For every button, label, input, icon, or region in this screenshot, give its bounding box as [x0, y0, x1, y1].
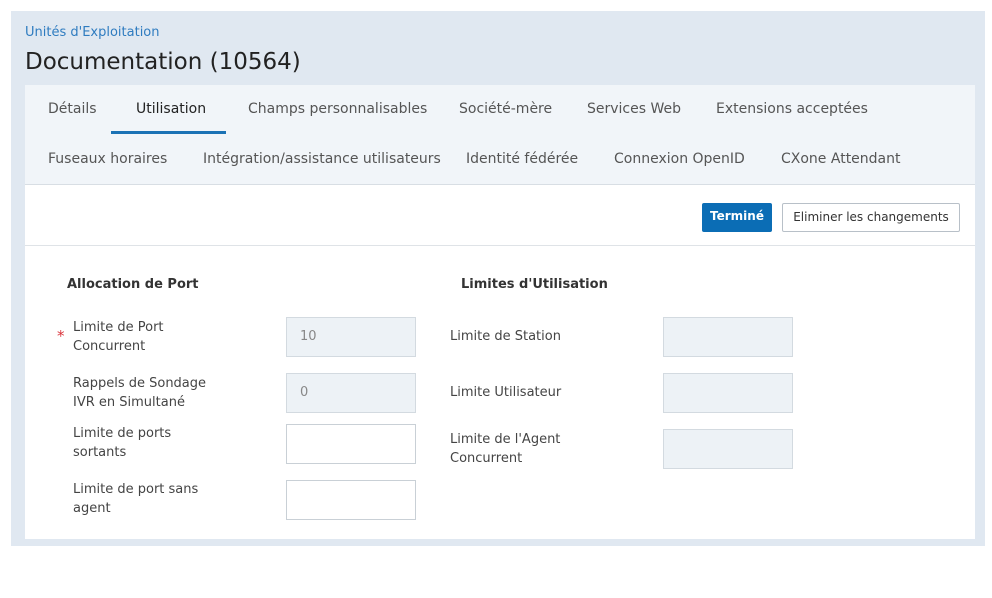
port-allocation-title: Allocation de Port — [67, 277, 199, 292]
discard-changes-button[interactable]: Eliminer les changements — [782, 203, 960, 232]
tab-openid[interactable]: Connexion OpenID — [614, 151, 745, 167]
tab-integration[interactable]: Intégration/assistance utilisateurs — [203, 151, 441, 167]
tab-time-zones[interactable]: Fuseaux horaires — [48, 151, 167, 167]
tab-custom-fields[interactable]: Champs personnalisables — [248, 101, 427, 117]
agentless-ports-label: Limite de port sans agent — [73, 482, 199, 516]
concurrent-agent-limit-label: Limite de l'Agent Concurrent — [450, 432, 561, 466]
concurrent-port-limit-label: Limite de Port Concurrent — [73, 320, 164, 354]
user-limit-label: Limite Utilisateur — [450, 385, 562, 400]
tab-bar: Détails Utilisation Champs personnalisab… — [25, 85, 975, 185]
breadcrumb[interactable]: Unités d'Exploitation — [25, 25, 160, 40]
station-limit-field[interactable] — [663, 317, 793, 357]
ivr-callbacks-label: Rappels de Sondage IVR en Simultané — [73, 376, 207, 410]
tab-federated-identity[interactable]: Identité fédérée — [466, 151, 578, 167]
tab-usage[interactable]: Utilisation — [136, 101, 206, 117]
agentless-ports-field[interactable] — [286, 480, 416, 520]
page-title: Documentation (10564) — [25, 49, 301, 75]
tab-details[interactable]: Détails — [48, 101, 97, 117]
done-button[interactable]: Terminé — [702, 203, 772, 232]
usage-limits-title: Limites d'Utilisation — [461, 277, 608, 292]
active-tab-indicator — [111, 131, 226, 134]
action-bar: Terminé Eliminer les changements — [25, 186, 975, 246]
tab-cxone-attendant[interactable]: CXone Attendant — [781, 151, 901, 167]
tab-parent-company[interactable]: Société-mère — [459, 101, 552, 117]
tab-accepted-extensions[interactable]: Extensions acceptées — [716, 101, 868, 117]
station-limit-label: Limite de Station — [450, 329, 561, 344]
main-panel: Détails Utilisation Champs personnalisab… — [25, 85, 975, 539]
page-frame: Unités d'Exploitation Documentation (105… — [11, 11, 985, 546]
concurrent-agent-limit-field[interactable] — [663, 429, 793, 469]
outbound-ports-label: Limite de ports sortants — [73, 426, 172, 460]
outbound-ports-field[interactable] — [286, 424, 416, 464]
tab-web-services[interactable]: Services Web — [587, 101, 681, 117]
ivr-callbacks-field[interactable]: 0 — [286, 373, 416, 413]
concurrent-port-limit-field[interactable]: 10 — [286, 317, 416, 357]
required-marker: * — [57, 327, 65, 345]
user-limit-field[interactable] — [663, 373, 793, 413]
